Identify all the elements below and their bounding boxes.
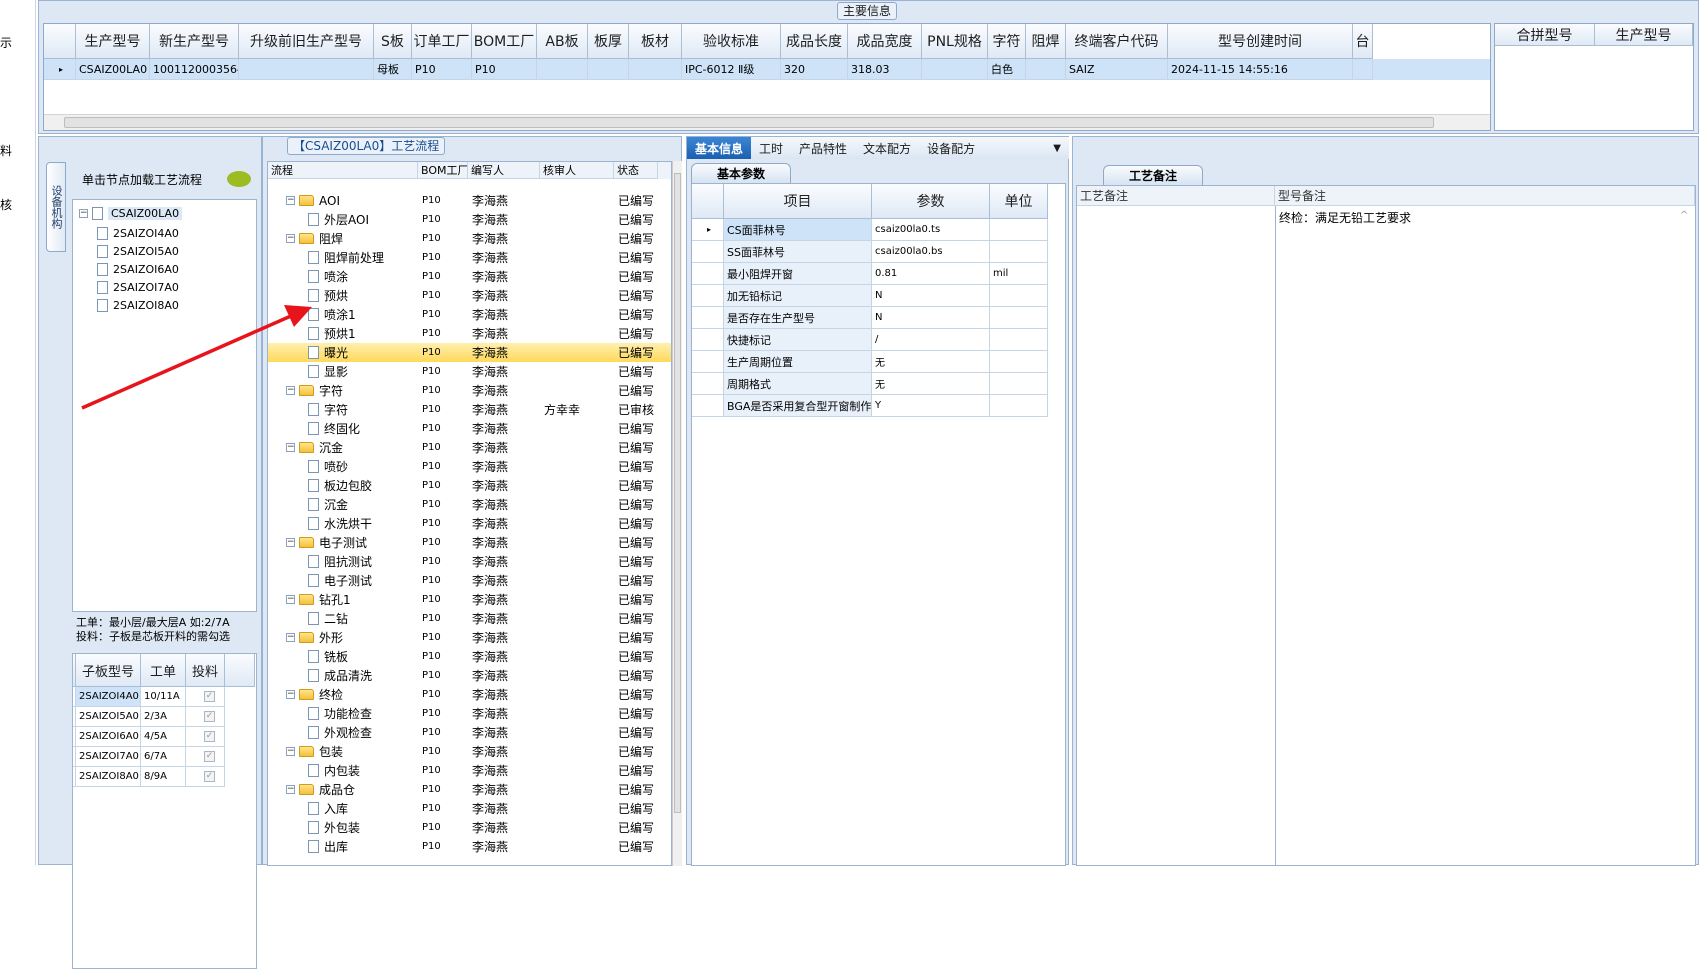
annotation-arrow-icon [81, 305, 312, 410]
